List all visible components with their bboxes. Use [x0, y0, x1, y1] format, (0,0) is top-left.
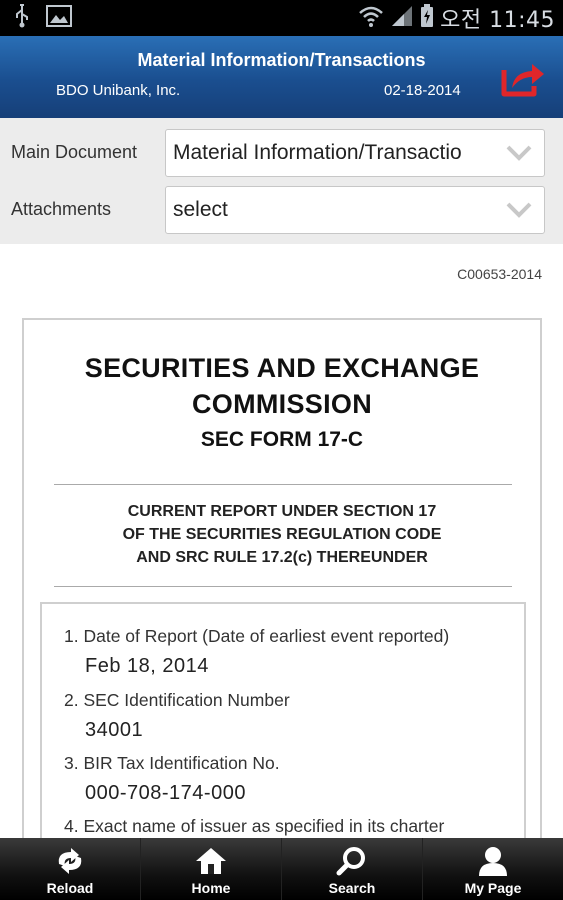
nav-search-label: Search	[328, 880, 376, 896]
signal-icon	[390, 5, 414, 32]
list-item: 4. Exact name of issuer as specified in …	[64, 816, 504, 837]
document-title: SECURITIES AND EXCHANGE COMMISSION	[24, 350, 540, 422]
report-items: 1. Date of Report (Date of earliest even…	[40, 602, 526, 862]
main-document-select[interactable]: Material Information/Transactio	[165, 129, 545, 177]
main-document-value: Material Information/Transactio	[173, 141, 462, 164]
reload-icon	[53, 846, 87, 881]
nav-mypage-button[interactable]: My Page	[423, 838, 563, 900]
main-document-label: Main Document	[11, 142, 138, 162]
wifi-icon	[358, 4, 384, 33]
document-card: SECURITIES AND EXCHANGE COMMISSION SEC F…	[22, 318, 542, 862]
company-name: BDO Unibank, Inc.	[56, 82, 181, 99]
document-id: C00653-2014	[457, 266, 542, 282]
item-label: 1. Date of Report (Date of earliest even…	[64, 626, 450, 646]
share-button[interactable]	[500, 56, 548, 100]
nav-home-label: Home	[191, 880, 231, 896]
document-subtitle: CURRENT REPORT UNDER SECTION 17 OF THE S…	[24, 500, 540, 569]
attachments-select[interactable]: select	[165, 186, 545, 234]
document-title-line: SECURITIES AND EXCHANGE	[84, 353, 480, 383]
nav-reload-label: Reload	[46, 880, 94, 896]
nav-search-button[interactable]: Search	[282, 838, 422, 900]
report-date: 02-18-2014	[384, 82, 461, 99]
home-icon	[194, 846, 228, 881]
page-title: Material Information/Transactions	[137, 50, 426, 70]
item-label: 3. BIR Tax Identification No.	[64, 753, 280, 773]
divider	[54, 484, 512, 485]
nav-home-button[interactable]: Home	[141, 838, 281, 900]
item-label: 2. SEC Identification Number	[64, 690, 290, 710]
item-value: Feb 18, 2014	[85, 655, 209, 677]
item-value: 34001	[85, 719, 144, 741]
chevron-down-icon	[506, 142, 532, 168]
nav-mypage-label: My Page	[464, 880, 522, 896]
chevron-down-icon	[506, 199, 532, 225]
list-item: 2. SEC Identification Number 34001	[64, 690, 504, 742]
divider	[54, 586, 512, 587]
nav-reload-button[interactable]: Reload	[0, 838, 140, 900]
share-icon	[500, 64, 548, 104]
subtitle-line: OF THE SECURITIES REGULATION CODE	[122, 526, 442, 543]
user-icon	[476, 846, 510, 881]
battery-charging-icon	[420, 3, 434, 33]
document-filters: Main Document Material Information/Trans…	[0, 118, 563, 244]
item-label: 4. Exact name of issuer as specified in …	[64, 816, 445, 836]
attachments-label: Attachments	[11, 199, 112, 219]
bottom-nav: Reload Home Search My Page	[0, 838, 563, 900]
subtitle-line: CURRENT REPORT UNDER SECTION 17	[127, 503, 437, 520]
app-header: Material Information/Transactions BDO Un…	[0, 36, 563, 118]
attachments-value: select	[173, 198, 228, 221]
list-item: 1. Date of Report (Date of earliest even…	[64, 626, 504, 678]
subtitle-line: AND SRC RULE 17.2(c) THEREUNDER	[136, 549, 428, 566]
search-icon	[335, 846, 369, 881]
item-value: 000-708-174-000	[85, 782, 246, 804]
image-icon	[46, 4, 72, 32]
usb-icon	[14, 3, 30, 33]
form-name: SEC FORM 17-C	[200, 428, 364, 451]
status-bar: 오전 11:45	[0, 0, 563, 36]
document-title-line: COMMISSION	[191, 389, 372, 419]
status-time: 오전 11:45	[440, 8, 555, 33]
list-item: 3. BIR Tax Identification No. 000-708-17…	[64, 753, 504, 805]
